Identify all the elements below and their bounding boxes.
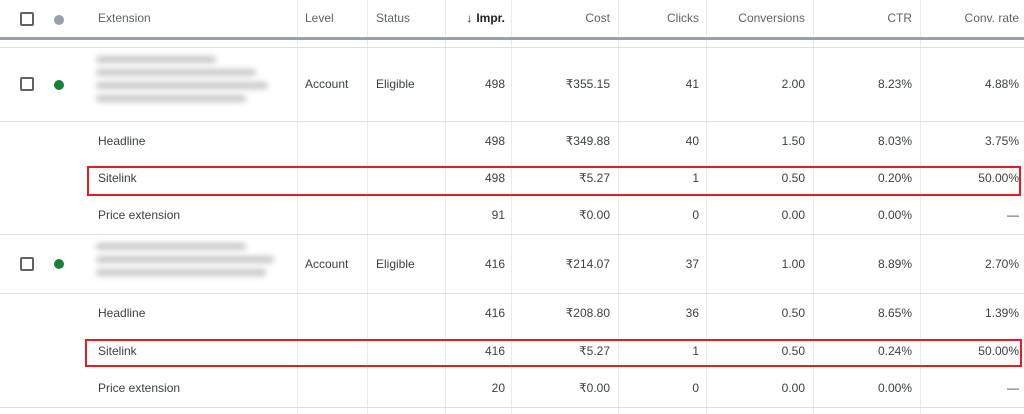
blurred-extension-text: [96, 56, 268, 108]
sitelink-highlight-box: [87, 166, 1021, 196]
status-cell: Eligible: [376, 77, 415, 91]
conversions-cell: 1.00: [781, 257, 805, 271]
ctr-cell: 0.00%: [877, 208, 912, 222]
impr-cell: 416: [484, 257, 505, 271]
clicks-cell: 41: [685, 77, 699, 91]
table-row[interactable]: Headline 498 ₹349.88 40 1.50 8.03% 3.75%: [0, 122, 1024, 159]
table-row[interactable]: Account Eligible 498 ₹355.15 41 2.00 8.2…: [0, 48, 1024, 121]
conversions-cell: 1.50: [781, 134, 805, 148]
impr-cell: 498: [484, 77, 505, 91]
cost-cell: ₹214.07: [565, 257, 610, 271]
impr-cell: 498: [484, 134, 505, 148]
column-header-cost[interactable]: Cost: [511, 0, 610, 37]
column-header-status[interactable]: Status: [376, 0, 410, 37]
conversions-cell: 0.00: [781, 208, 805, 222]
clicks-cell: 0: [692, 208, 699, 222]
cost-cell: ₹208.80: [565, 306, 610, 320]
column-header-impr-label: Impr.: [476, 11, 505, 25]
select-all-checkbox[interactable]: [20, 12, 34, 26]
clicks-cell: 40: [685, 134, 699, 148]
conv-rate-cell: 3.75%: [984, 134, 1019, 148]
table-row[interactable]: Price extension 20 ₹0.00 0 0.00 0.00% —: [0, 370, 1024, 406]
table-header: Extension Level Status ↓ Impr. Cost Click…: [0, 0, 1024, 40]
conv-rate-cell: 1.39%: [984, 306, 1019, 320]
row-divider: [0, 407, 1024, 408]
level-cell: Account: [305, 77, 349, 91]
conversions-cell: 0.50: [781, 306, 805, 320]
status-dot-icon: [54, 80, 64, 90]
ctr-cell: 0.00%: [877, 381, 912, 395]
extension-name-cell: Price extension: [98, 208, 181, 222]
column-header-extension[interactable]: Extension: [98, 0, 151, 37]
table-row[interactable]: Headline 416 ₹208.80 36 0.50 8.65% 1.39%: [0, 294, 1024, 331]
row-checkbox[interactable]: [20, 257, 34, 271]
column-header-impr[interactable]: ↓ Impr.: [445, 0, 505, 37]
cost-cell: ₹349.88: [565, 134, 610, 148]
row-checkbox[interactable]: [20, 77, 34, 91]
sort-arrow-down-icon: ↓: [466, 11, 473, 25]
table-row[interactable]: Account Eligible 416 ₹214.07 37 1.00 8.8…: [0, 235, 1024, 293]
conv-rate-cell: —: [1007, 381, 1019, 395]
level-cell: Account: [305, 257, 349, 271]
ctr-cell: 8.03%: [877, 134, 912, 148]
clicks-cell: 36: [685, 306, 699, 320]
status-dot-icon: [54, 259, 64, 269]
column-header-level[interactable]: Level: [305, 0, 334, 37]
extension-name-cell: Headline: [98, 306, 146, 320]
conv-rate-cell: 4.88%: [984, 77, 1019, 91]
column-header-clicks[interactable]: Clicks: [618, 0, 699, 37]
column-header-conv-rate[interactable]: Conv. rate: [920, 0, 1019, 37]
conv-rate-cell: —: [1007, 208, 1019, 222]
sitelink-highlight-box: [85, 339, 1022, 367]
conversions-cell: 2.00: [781, 77, 805, 91]
impr-cell: 91: [491, 208, 505, 222]
clicks-cell: 0: [692, 381, 699, 395]
conversions-cell: 0.00: [781, 381, 805, 395]
blurred-extension-text: [96, 243, 274, 282]
column-header-ctr[interactable]: CTR: [813, 0, 912, 37]
status-header-icon: [54, 15, 64, 25]
extension-name-cell: Price extension: [98, 381, 181, 395]
extension-name-cell: Headline: [98, 134, 146, 148]
column-header-conversions[interactable]: Conversions: [706, 0, 805, 37]
cost-cell: ₹355.15: [565, 77, 610, 91]
cost-cell: ₹0.00: [579, 208, 610, 222]
clicks-cell: 37: [685, 257, 699, 271]
impr-cell: 416: [484, 306, 505, 320]
ctr-cell: 8.65%: [877, 306, 912, 320]
conv-rate-cell: 2.70%: [984, 257, 1019, 271]
ctr-cell: 8.89%: [877, 257, 912, 271]
status-cell: Eligible: [376, 257, 415, 271]
ctr-cell: 8.23%: [877, 77, 912, 91]
cost-cell: ₹0.00: [579, 381, 610, 395]
table-row[interactable]: Price extension 91 ₹0.00 0 0.00 0.00% —: [0, 197, 1024, 233]
impr-cell: 20: [491, 381, 505, 395]
